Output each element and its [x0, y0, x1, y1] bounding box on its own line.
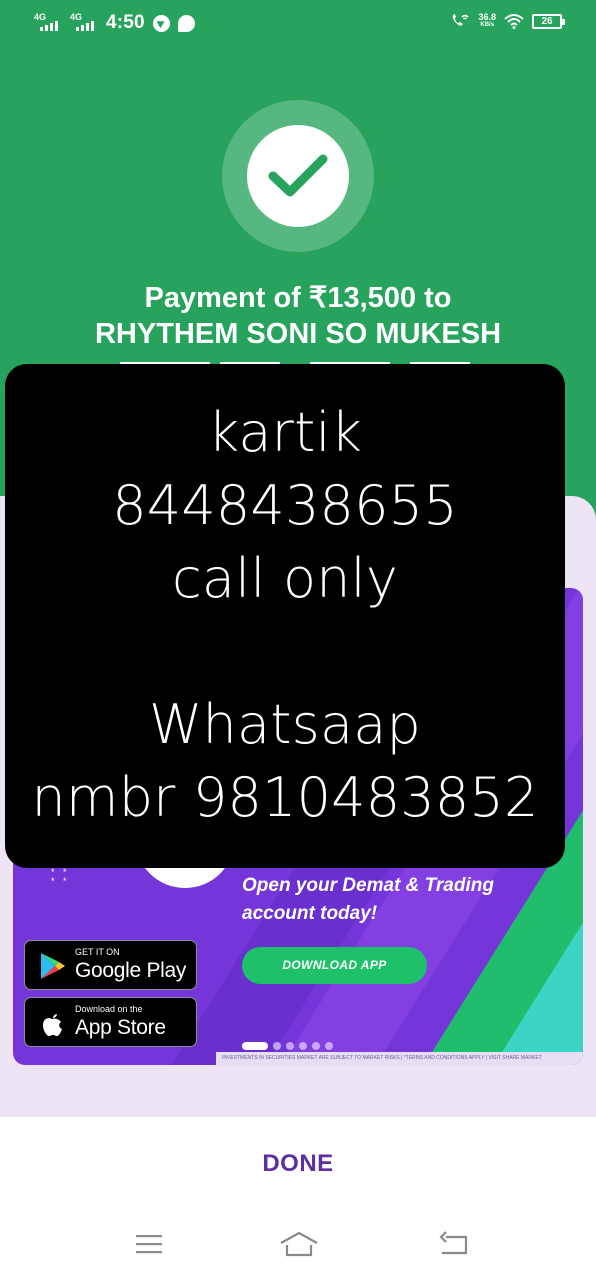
google-play-icon [41, 953, 65, 979]
overlay-line: 8448438655 [112, 474, 458, 537]
google-play-small-label: GET IT ON [75, 947, 120, 957]
app-store-small-label: Download on the [75, 1004, 143, 1014]
overlay-line: kartik [207, 401, 363, 464]
clock: 4:50 [106, 12, 145, 33]
promo-line-1: Open your Demat & Trading [242, 875, 494, 896]
wifi-icon [504, 14, 524, 29]
apple-icon [43, 1014, 62, 1036]
overlay-line: Whatsaap [148, 693, 422, 756]
message-icon [177, 14, 195, 32]
google-play-button[interactable]: GET IT ON Google Play [24, 940, 197, 990]
app-store-button[interactable]: Download on the App Store [24, 997, 197, 1047]
disclaimer-text: INVESTMENTS IN SECURITIES MARKET ARE SUB… [216, 1052, 583, 1065]
home-icon[interactable] [279, 1228, 319, 1260]
payment-message: Payment of ₹13,500 to RHYTHEM SONI SO MU… [30, 280, 566, 352]
payment-line-1: Payment of ₹13,500 to [144, 282, 452, 314]
overlay-line: call only [172, 547, 398, 610]
check-icon [268, 154, 328, 197]
google-play-label: Google Play [75, 959, 187, 982]
signal-icon: 4G [34, 13, 62, 33]
battery-indicator: 26 [532, 13, 565, 29]
wifi-calling-icon [453, 14, 469, 26]
sparkle-decoration: * * * * [51, 867, 70, 886]
system-navigation-bar [0, 1220, 596, 1270]
done-button[interactable]: DONE [218, 1138, 378, 1190]
overlay-line: nmbr 9810483852 [31, 766, 539, 829]
network-speed: 36.8 KB/s [478, 13, 496, 29]
status-bar: 4G 4G 4:50 36.8 KB/s 26 [0, 0, 596, 46]
signal-icon: 4G [70, 13, 98, 33]
promo-line-2: account today! [242, 903, 378, 924]
speed-value: 36.8 [478, 12, 496, 22]
battery-level: 26 [541, 15, 553, 27]
download-app-button[interactable]: DOWNLOAD APP [242, 947, 427, 984]
back-icon[interactable] [436, 1228, 472, 1260]
carousel-indicator[interactable] [242, 1042, 333, 1050]
success-status [222, 100, 374, 252]
payment-line-2: RHYTHEM SONI SO MUKESH [94, 318, 502, 350]
app-store-label: App Store [75, 1016, 166, 1039]
speed-unit: KB/s [480, 22, 495, 28]
promo-headline: Open your Demat & Trading account today! [242, 872, 577, 928]
telegram-icon [152, 14, 170, 32]
menu-icon[interactable] [131, 1228, 167, 1260]
contact-overlay: kartik 8448438655 call only Whatsaap nmb… [5, 364, 565, 868]
